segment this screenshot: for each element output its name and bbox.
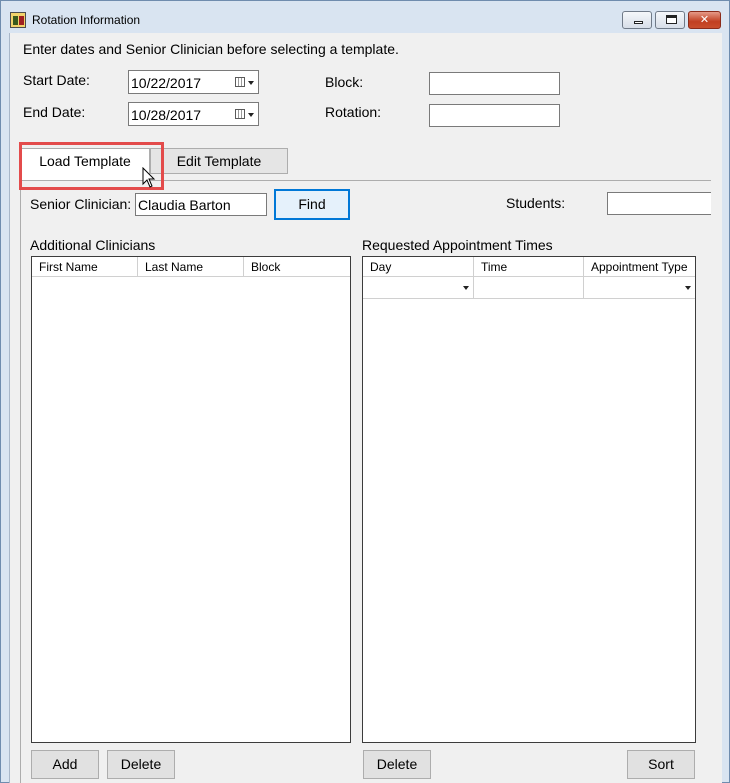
- add-clinician-button-label: Add: [52, 756, 78, 772]
- appointment-type-cell[interactable]: [584, 277, 695, 299]
- calendar-icon[interactable]: [235, 77, 245, 87]
- requested-times-title: Requested Appointment Times: [362, 237, 553, 253]
- add-clinician-button[interactable]: Add: [31, 750, 99, 779]
- minimize-icon: [634, 21, 643, 24]
- close-button[interactable]: ✕: [688, 11, 721, 29]
- students-input[interactable]: [607, 192, 711, 215]
- tab-edit-template[interactable]: Edit Template: [150, 148, 288, 174]
- end-date-value: 10/28/2017: [131, 107, 202, 123]
- table-row[interactable]: [363, 277, 695, 299]
- minimize-button[interactable]: [622, 11, 652, 29]
- column-header-block[interactable]: Block: [244, 257, 350, 277]
- additional-clinicians-title: Additional Clinicians: [30, 237, 156, 253]
- mouse-pointer-icon: [142, 167, 156, 188]
- block-input[interactable]: [429, 72, 560, 95]
- instructions-text: Enter dates and Senior Clinician before …: [23, 41, 399, 57]
- rotation-label: Rotation:: [325, 104, 382, 120]
- title-bar[interactable]: Rotation Information ✕: [1, 1, 729, 33]
- column-header-last-name[interactable]: Last Name: [138, 257, 244, 277]
- start-date-value: 10/22/2017: [131, 75, 202, 91]
- end-date-picker[interactable]: 10/28/2017: [128, 102, 259, 126]
- additional-clinicians-grid[interactable]: First Name Last Name Block: [31, 256, 351, 743]
- delete-clinician-button[interactable]: Delete: [107, 750, 175, 779]
- rotation-input[interactable]: [429, 104, 560, 127]
- tab-edit-template-label: Edit Template: [176, 153, 262, 169]
- start-date-label: Start Date:: [23, 72, 90, 88]
- maximize-icon: [666, 15, 677, 24]
- column-header-appointment-type[interactable]: Appointment Type: [584, 257, 695, 277]
- block-label: Block:: [325, 74, 364, 90]
- column-header-first-name[interactable]: First Name: [32, 257, 138, 277]
- time-cell[interactable]: [474, 277, 584, 299]
- chevron-down-icon[interactable]: [685, 286, 691, 290]
- end-date-label: End Date:: [23, 104, 86, 120]
- delete-appointment-button-label: Delete: [376, 756, 418, 772]
- students-label: Students:: [506, 195, 566, 211]
- senior-clinician-label: Senior Clinician:: [30, 196, 132, 212]
- sort-button-label: Sort: [648, 756, 674, 772]
- find-button-label: Find: [298, 196, 326, 212]
- app-icon: [10, 12, 26, 28]
- additional-clinicians-header: First Name Last Name Block: [32, 257, 350, 277]
- requested-times-grid[interactable]: Day Time Appointment Type: [362, 256, 696, 743]
- close-icon: ✕: [699, 14, 710, 26]
- column-header-time[interactable]: Time: [474, 257, 584, 277]
- column-header-day[interactable]: Day: [363, 257, 474, 277]
- start-date-picker[interactable]: 10/22/2017: [128, 70, 259, 94]
- window-title: Rotation Information: [32, 13, 141, 27]
- chevron-down-icon[interactable]: [248, 81, 254, 85]
- chevron-down-icon[interactable]: [248, 113, 254, 117]
- senior-clinician-input[interactable]: Claudia Barton: [135, 193, 267, 216]
- maximize-button[interactable]: [655, 11, 685, 29]
- calendar-icon[interactable]: [235, 109, 245, 119]
- delete-appointment-button[interactable]: Delete: [363, 750, 431, 779]
- requested-times-header: Day Time Appointment Type: [363, 257, 695, 277]
- day-cell[interactable]: [363, 277, 474, 299]
- chevron-down-icon[interactable]: [463, 286, 469, 290]
- delete-clinician-button-label: Delete: [120, 756, 162, 772]
- find-button[interactable]: Find: [274, 189, 350, 220]
- sort-button[interactable]: Sort: [627, 750, 695, 779]
